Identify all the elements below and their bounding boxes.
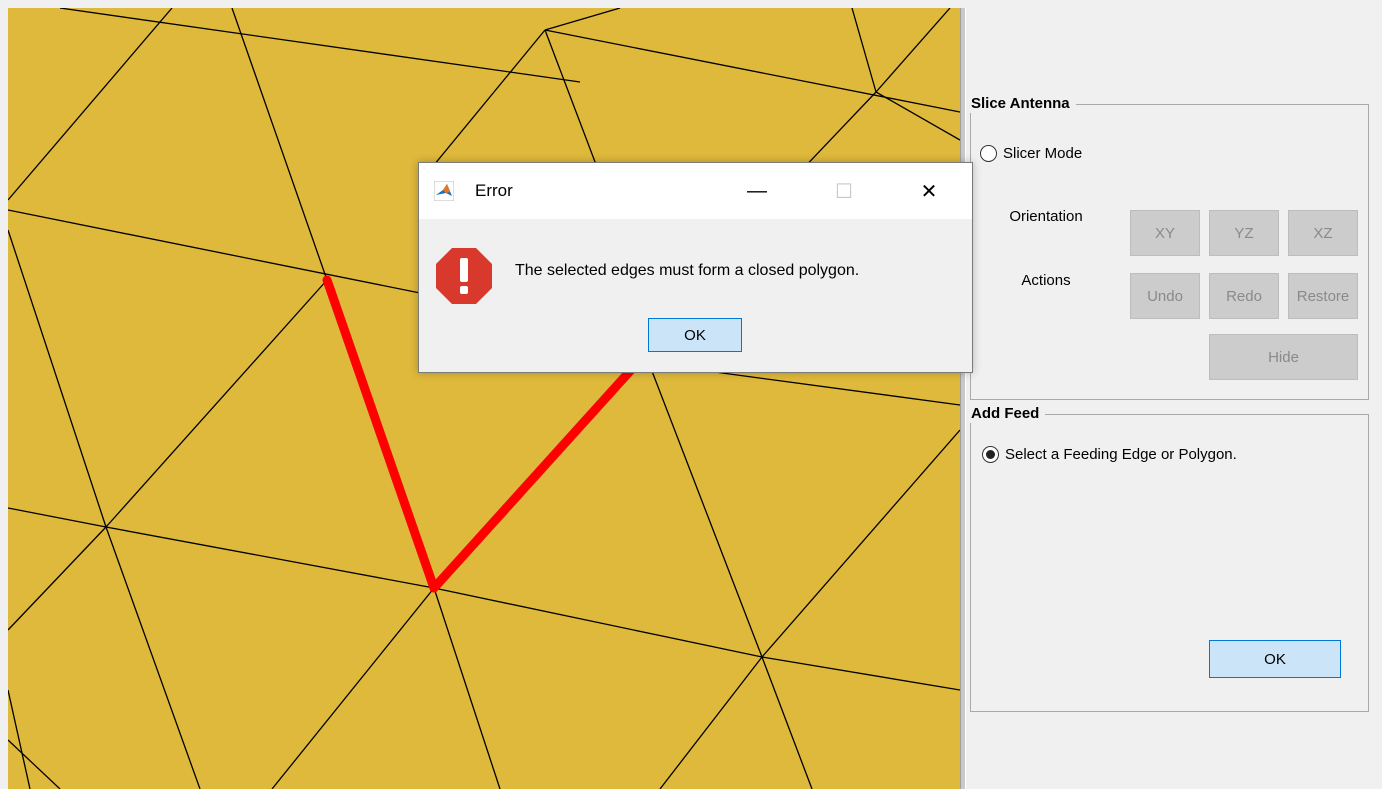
mesh-edge [59,8,581,83]
mesh-canvas[interactable] [8,8,960,789]
maximize-button[interactable]: ☐ [824,175,864,207]
close-icon: ✕ [920,180,938,203]
orientation-label: Orientation [1009,208,1083,225]
mesh-edge [8,739,61,789]
radio-icon[interactable] [980,145,997,162]
mesh-edge [8,8,173,201]
mesh-edge [761,656,960,691]
minimize-icon: — [747,179,767,202]
mesh-edges [8,8,960,789]
dialog-title: Error [475,181,513,200]
error-stop-icon [436,248,492,304]
dialog-titlebar[interactable]: Error — ☐ ✕ [419,163,972,219]
mesh-edge [8,229,107,528]
mesh-edge [105,526,201,789]
mesh-edge [544,29,960,113]
hide-button[interactable]: Hide [1209,334,1358,380]
yz-button[interactable]: YZ [1209,210,1279,256]
close-button[interactable]: ✕ [909,175,949,207]
mesh-edge [659,656,763,789]
mesh-edge [105,279,328,528]
xz-button[interactable]: XZ [1288,210,1358,256]
mesh-edge [105,526,435,589]
mesh-edge [875,91,960,141]
mesh-edge [544,8,621,31]
dialog-ok-button[interactable]: OK [648,318,742,352]
mesh-edge [8,689,31,789]
redo-button[interactable]: Redo [1209,273,1279,319]
mesh-edge [875,8,951,93]
feeding-edge-radio[interactable]: Select a Feeding Edge or Polygon. [982,446,1237,463]
undo-button[interactable]: Undo [1130,273,1200,319]
mesh-edge [433,587,763,658]
mesh-edge [761,429,960,658]
error-dialog: Error — ☐ ✕ The selected edges must form… [418,162,973,373]
slicer-mode-label: Slicer Mode [1003,145,1083,162]
slicer-mode-radio[interactable]: Slicer Mode [980,145,1082,162]
mesh-edge [433,587,501,789]
mesh-edge [231,8,328,281]
mesh-edge [544,29,601,176]
side-panel: Slice Antenna Slicer Mode Orientation Ac… [966,0,1382,789]
matlab-icon [434,181,454,201]
mesh-edge [8,526,107,631]
restore-button[interactable]: Restore [1288,273,1358,319]
group-title: Add Feed [969,405,1046,423]
mesh-edge [851,8,877,93]
minimize-button[interactable]: — [737,175,777,207]
group-title: Slice Antenna [969,95,1076,113]
xy-button[interactable]: XY [1130,210,1200,256]
mesh-edge [419,29,546,183]
mesh-plot[interactable] [8,8,960,789]
radio-icon[interactable] [982,446,999,463]
error-message: The selected edges must form a closed po… [515,262,860,279]
feeding-edge-label: Select a Feeding Edge or Polygon. [1005,446,1237,463]
mesh-edge [699,369,960,406]
mesh-edge [761,656,813,789]
add-feed-ok-button[interactable]: OK [1209,640,1341,678]
actions-label: Actions [1021,272,1071,289]
maximize-icon: ☐ [835,180,853,203]
mesh-edge [639,339,763,658]
mesh-edge [8,507,107,528]
mesh-edge [8,209,436,297]
selected-edge [429,355,645,593]
mesh-edge [271,587,435,789]
